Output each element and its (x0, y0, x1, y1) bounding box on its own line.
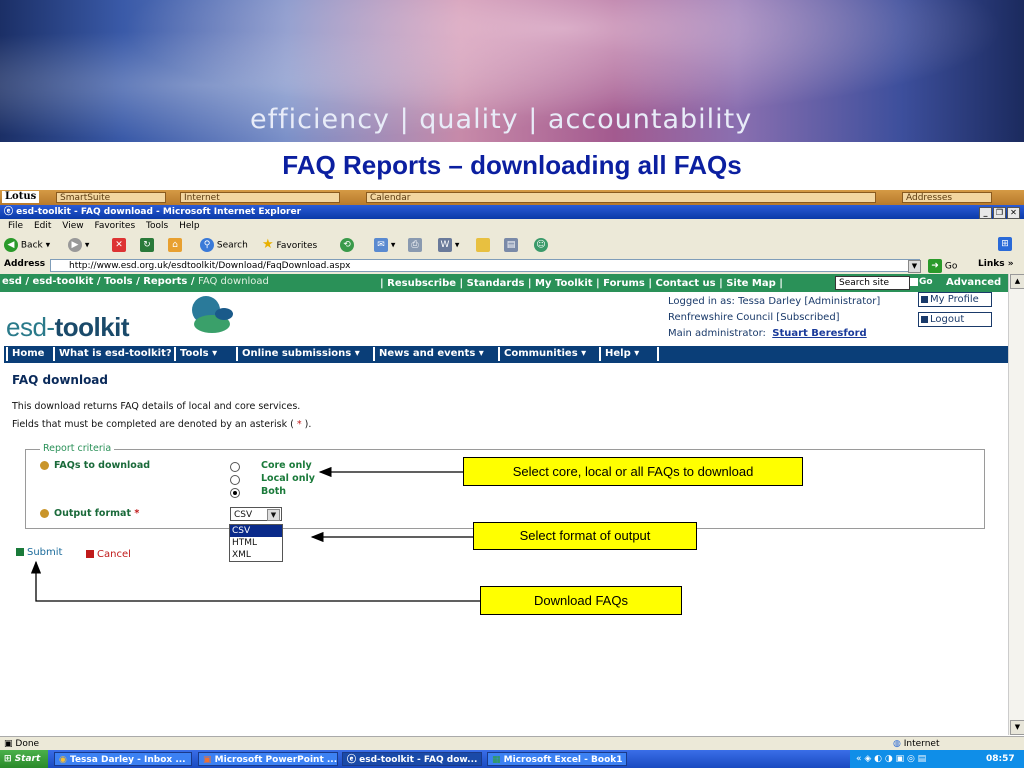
start-button[interactable]: ⊞ Start (0, 750, 48, 768)
vertical-scrollbar[interactable]: ▲ ▼ (1008, 274, 1024, 735)
task-inbox[interactable]: ◉ Tessa Darley - Inbox ... (54, 752, 192, 766)
status-text: Done (15, 739, 40, 749)
callout-select-format: Select format of output (473, 522, 697, 550)
task-ie[interactable]: ⓔ esd-toolkit - FAQ dow... (342, 752, 482, 766)
status-bar: ▣ Done ◍ Internet (0, 736, 1024, 751)
system-tray: « ◈ ◐ ◑ ▣ ◎ ▤ 08:57 (850, 750, 1024, 768)
notes-icon: ◉ (59, 755, 67, 765)
page-icon: ▣ (4, 739, 13, 749)
globe-icon: ◍ (893, 739, 901, 749)
callout-select-faqs: Select core, local or all FAQs to downlo… (463, 457, 803, 486)
internet-zone: ◍ Internet (893, 739, 940, 749)
scroll-up-icon[interactable]: ▲ (1010, 274, 1024, 289)
callout-download: Download FAQs (480, 586, 682, 615)
powerpoint-icon: ▣ (203, 755, 212, 765)
windows-flag-icon: ⊞ (4, 754, 12, 764)
callout-arrows (30, 466, 480, 602)
scroll-down-icon[interactable]: ▼ (1010, 720, 1024, 735)
arrow-to-submit (30, 560, 480, 602)
task-excel[interactable]: ▦ Microsoft Excel - Book1 (487, 752, 627, 766)
ie-task-icon: ⓔ (347, 755, 357, 765)
tray-icons[interactable]: « ◈ ◐ ◑ ▣ ◎ ▤ (856, 754, 926, 764)
task-powerpoint[interactable]: ▣ Microsoft PowerPoint ... (198, 752, 338, 766)
taskbar: ⊞ Start ◉ Tessa Darley - Inbox ... ▣ Mic… (0, 750, 1024, 768)
excel-icon: ▦ (492, 755, 501, 765)
clock: 08:57 (986, 754, 1015, 764)
